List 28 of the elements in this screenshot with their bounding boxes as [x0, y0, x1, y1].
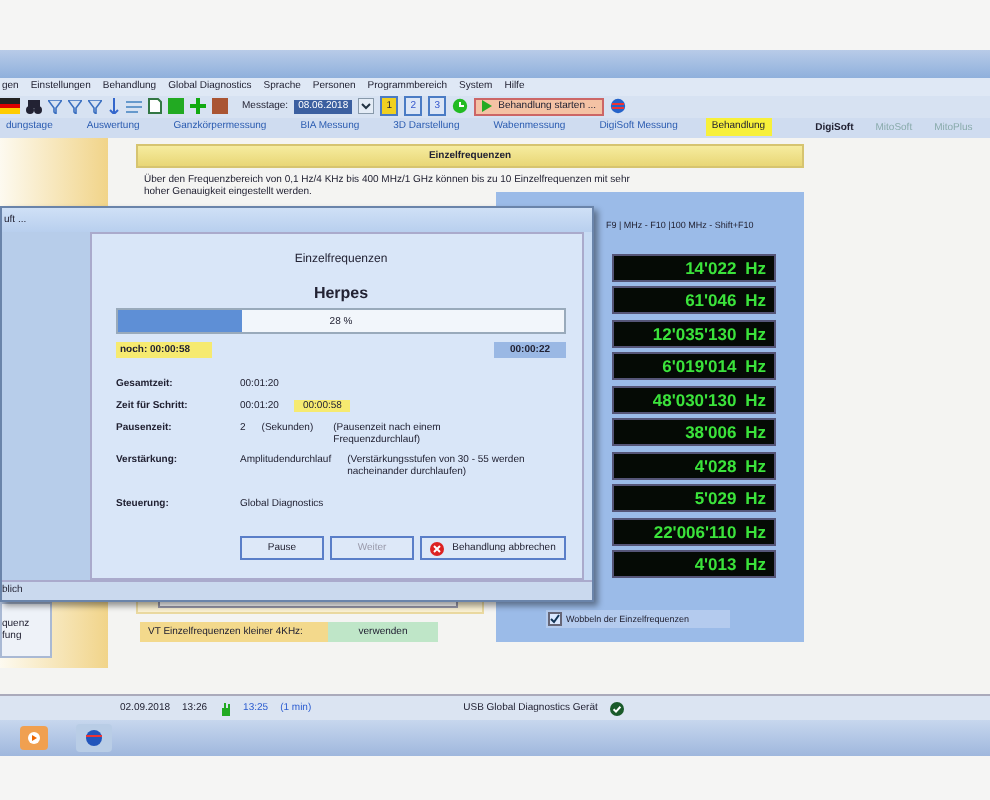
checkbox[interactable]: [548, 612, 562, 627]
frequency-display: 4'028 Hz: [612, 451, 776, 480]
plus-icon[interactable]: [190, 98, 206, 115]
globe-icon[interactable]: [76, 724, 112, 753]
frequency-display: 61'046 Hz: [612, 286, 776, 315]
frequency-display: 5'029 Hz: [612, 484, 776, 513]
frequency-display: 6'019'014 Hz: [612, 352, 776, 381]
hand-icon: [219, 701, 232, 716]
frequency-display: 12'035'130 Hz: [612, 319, 776, 348]
document-icon[interactable]: [148, 98, 162, 115]
list-icon[interactable]: [126, 99, 142, 114]
clock-icon[interactable]: [452, 98, 469, 115]
play-icon: [482, 100, 493, 113]
frequency-display: 4'013 Hz: [612, 550, 776, 579]
frequency-display: 22'006'110 Hz: [612, 517, 776, 546]
dropdown-icon[interactable]: [358, 98, 375, 115]
square-icon[interactable]: [168, 98, 184, 115]
media-player-icon[interactable]: [20, 726, 48, 751]
square-icon[interactable]: [212, 98, 228, 115]
frequency-display: 14'022 Hz: [612, 253, 776, 282]
flag-icon[interactable]: [0, 98, 20, 115]
globe-icon[interactable]: [610, 98, 627, 115]
close-icon: [430, 541, 445, 555]
binoculars-icon[interactable]: [26, 99, 42, 114]
frequency-display: 38'006 Hz: [612, 418, 776, 447]
frequency-display: 48'030'130 Hz: [612, 385, 776, 414]
sort-icon[interactable]: [108, 98, 120, 115]
program-name: Herpes: [311, 284, 371, 302]
